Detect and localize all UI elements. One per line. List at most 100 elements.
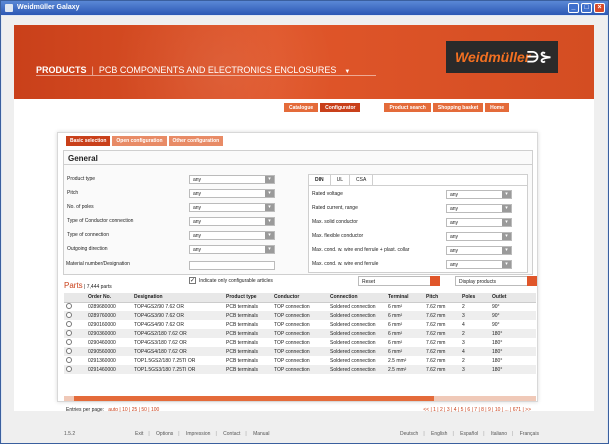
nav-configurator[interactable]: Configurator [320, 103, 361, 112]
row-radio[interactable] [64, 365, 86, 374]
row-radio[interactable] [64, 329, 86, 338]
col-poles[interactable]: Poles [460, 293, 490, 303]
product-section-selector[interactable]: PRODUCTS | PCB COMPONENTS AND ELECTRONICS … [36, 65, 350, 75]
chevron-down-icon: ▾ [265, 231, 274, 239]
display-products-button[interactable]: Display products [455, 276, 537, 286]
tab-open-configuration[interactable]: Open configuration [112, 136, 167, 146]
cell-connection: Soldered connection [328, 311, 386, 320]
tab-csa[interactable]: CSA [350, 175, 374, 185]
filter-label: Max. cond. w. wire end ferrule [312, 261, 379, 267]
filter-conductor-connection: Type of Conductor connection any ▾ [67, 216, 275, 226]
app-window: Weidmüller Galaxy _ □ × Weidmüller ∋⊱ PRO… [0, 0, 609, 444]
footer-link-options[interactable]: Options [156, 431, 173, 437]
col-outlet[interactable]: Outlet [490, 293, 536, 303]
general-title: General [64, 151, 532, 165]
filter-rated-voltage: Rated voltage any ▾ [312, 189, 512, 199]
language-links: Deutsch | English | Español | Italiano | Fra… [400, 431, 539, 437]
table-row[interactable]: 0290360000 TOP4GS2/180 7.62 OR PCB termina… [64, 329, 536, 338]
nav-shopping-basket[interactable]: Shopping basket [432, 103, 484, 112]
cell-designation: TOP4GS4/90 7.62 OR [134, 321, 184, 328]
reset-button[interactable]: Reset [358, 276, 440, 286]
cell-pitch: 7.62 mm [424, 347, 460, 356]
close-button[interactable]: × [594, 3, 605, 13]
lang-deutsch[interactable]: Deutsch [400, 431, 418, 437]
cell-product-type: PCB terminals [224, 311, 272, 320]
material-number-input[interactable] [189, 261, 275, 270]
col-order-no[interactable]: Order No. [86, 293, 132, 303]
cell-designation: TOP1.5GS3/180 7.25TI OR [132, 365, 224, 374]
outgoing-direction-select[interactable]: any ▾ [189, 244, 275, 254]
radio-icon[interactable] [66, 302, 72, 309]
table-row[interactable]: 0289760000 TOP4GS3/90 7.62 OR PCB terminal… [64, 311, 536, 320]
row-radio[interactable] [64, 347, 86, 356]
footer-link-manual[interactable]: Manual [253, 431, 269, 437]
table-row[interactable]: 0291360000 TOP1.5GS2/180 7.25TI OR PCB ter… [64, 356, 536, 365]
checkbox-icon[interactable]: ✓ [189, 277, 196, 284]
row-radio[interactable] [64, 302, 86, 311]
table-row[interactable]: 0290160000 TOP4GS4/90 7.62 OR PCB terminal… [64, 320, 536, 329]
entries-options[interactable]: auto | 10 | 25 | 50 | 100 [108, 407, 159, 413]
lang-francais[interactable]: Français [520, 431, 539, 437]
table-row[interactable]: 0290460000 TOP4GS3/180 7.62 OR PCB termina… [64, 338, 536, 347]
row-radio[interactable] [64, 338, 86, 347]
table-row[interactable]: 0289680000 TOP4GS2/90 7.62 OR PCB terminal… [64, 302, 536, 311]
radio-icon[interactable] [66, 329, 72, 336]
maximize-button[interactable]: □ [581, 3, 592, 13]
col-terminal[interactable]: Terminal [386, 293, 424, 303]
cell-order-no: 0289760000 [86, 311, 132, 320]
rated-voltage-select[interactable]: any ▾ [446, 189, 512, 199]
solid-conductor-select[interactable]: any ▾ [446, 217, 512, 227]
table-row[interactable]: 0290560000 TOP4GS4/180 7.62 OR PCB termina… [64, 347, 536, 356]
rated-current-select[interactable]: any ▾ [446, 203, 512, 213]
pitch-select[interactable]: any ▾ [189, 188, 275, 198]
nav-product-search[interactable]: Product search [384, 103, 431, 112]
tab-basic-selection[interactable]: Basic selection [66, 136, 111, 146]
table-row[interactable]: 0291460000 TOP1.5GS3/180 7.25TI OR PCB ter… [64, 365, 536, 374]
ferrule-collar-select[interactable]: any ▾ [446, 245, 512, 255]
ferrule-select[interactable]: any ▾ [446, 259, 512, 269]
footer-link-impression[interactable]: Impression [186, 431, 210, 437]
cell-order-no: 0291360000 [88, 357, 116, 364]
chevron-down-icon: ▾ [265, 217, 274, 225]
lang-italiano[interactable]: Italiano [491, 431, 507, 437]
chevron-down-icon[interactable]: ▼ [344, 69, 350, 75]
cell-connection: Soldered connection [330, 357, 376, 364]
col-designation[interactable]: Designation [132, 293, 224, 303]
horizontal-scrollbar[interactable] [64, 396, 536, 401]
col-connection[interactable]: Connection [328, 293, 386, 303]
footer-link-exit[interactable]: Exit [135, 431, 143, 437]
product-type-select[interactable]: any ▾ [189, 174, 275, 184]
cell-poles: 3 [462, 339, 465, 346]
filter-poles: No. of poles any ▾ [67, 202, 275, 212]
col-conductor[interactable]: Conductor [272, 293, 328, 303]
tab-din[interactable]: DIN [309, 175, 331, 185]
flexible-conductor-select[interactable]: any ▾ [446, 231, 512, 241]
tab-ul[interactable]: UL [331, 175, 351, 185]
radio-icon[interactable] [66, 311, 72, 318]
connection-type-select[interactable]: any ▾ [189, 230, 275, 240]
chevron-down-icon: ▾ [502, 190, 511, 198]
lang-english[interactable]: English [431, 431, 447, 437]
conductor-connection-select[interactable]: any ▾ [189, 216, 275, 226]
col-product-type[interactable]: Product type [224, 293, 272, 303]
col-pitch[interactable]: Pitch [424, 293, 460, 303]
row-radio[interactable] [64, 311, 86, 320]
title-bar[interactable]: Weidmüller Galaxy _ □ × [1, 1, 608, 15]
radio-icon[interactable] [66, 338, 72, 345]
radio-icon[interactable] [66, 320, 72, 327]
minimize-button[interactable]: _ [568, 3, 579, 13]
configurable-only-checkbox[interactable]: ✓ Indicate only configurable articles [189, 277, 273, 284]
radio-icon[interactable] [66, 365, 72, 372]
nav-catalogue[interactable]: Catalogue [284, 103, 319, 112]
poles-select[interactable]: any ▾ [189, 202, 275, 212]
lang-espanol[interactable]: Español [460, 431, 478, 437]
radio-icon[interactable] [66, 347, 72, 354]
pagination[interactable]: << | 1 | 2 | 3 | 4 | 5 | 6 | 7 | 8 | 9 |… [423, 407, 531, 413]
nav-home[interactable]: Home [485, 103, 510, 112]
radio-icon[interactable] [66, 356, 72, 363]
row-radio[interactable] [64, 356, 86, 365]
footer-link-contact[interactable]: Contact [223, 431, 240, 437]
tab-other-configuration[interactable]: Other configuration [168, 136, 224, 146]
row-radio[interactable] [64, 320, 86, 329]
scrollbar-thumb[interactable] [74, 396, 434, 401]
